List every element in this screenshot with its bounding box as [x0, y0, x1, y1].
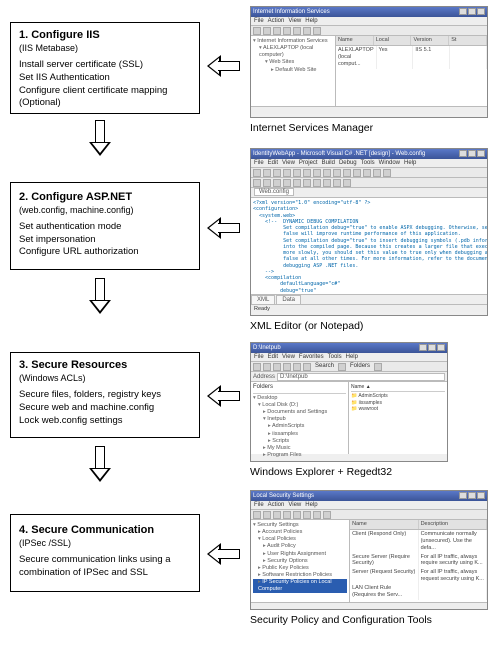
- policy-list[interactable]: NameDescription Client (Respond Only)Com…: [350, 520, 487, 602]
- screenshot-iis-manager: Internet Information Services FileAction…: [250, 6, 488, 118]
- toolbar[interactable]: [251, 168, 487, 178]
- arrow-to-step4: [208, 544, 242, 564]
- menu-bar[interactable]: FileEditViewProjectBuildDebugToolsWindow…: [251, 159, 487, 168]
- grid-row[interactable]: ALEXLAPTOP (local comput...YesIIS 5.1: [336, 46, 487, 69]
- step-2-title: 2. Configure ASP.NET: [19, 191, 191, 203]
- status-bar: Ready: [251, 304, 487, 312]
- step-1-title: 1. Configure IIS: [19, 29, 191, 41]
- caption-vs: XML Editor (or Notepad): [250, 320, 363, 332]
- document-tab[interactable]: Web.config: [254, 188, 294, 196]
- bottom-tabs[interactable]: XMLData: [251, 294, 487, 304]
- step-3-subtitle: (Windows ACLs): [19, 373, 191, 383]
- screenshot-security-policy: Local Security Settings FileActionViewHe…: [250, 490, 488, 610]
- arrow-step3-to-step4: [90, 446, 110, 482]
- tree-pane[interactable]: Internet Information Services ALEXLAPTOP…: [251, 36, 336, 106]
- screenshot-vs-xml: IdentityWebApp - Microsoft Visual C# .NE…: [250, 148, 488, 316]
- policy-tree[interactable]: Security Settings Account Policies Local…: [251, 520, 350, 602]
- step-3-body: Secure files, folders, registry keys Sec…: [19, 389, 191, 427]
- arrow-step1-to-step2: [90, 120, 110, 156]
- step-4-box: 4. Secure Communication (IPSec /SSL) Sec…: [10, 514, 200, 592]
- address-bar[interactable]: D:\Inetpub: [277, 373, 445, 381]
- folder-tree[interactable]: Folders Desktop Local Disk (D:) Document…: [251, 382, 349, 454]
- window-titlebar: Internet Information Services: [251, 7, 487, 17]
- step-4-body: Secure communication links using a combi…: [19, 554, 191, 580]
- code-editor[interactable]: <?xml version="1.0" encoding="utf-8" ?> …: [251, 198, 487, 294]
- toolbar[interactable]: [251, 26, 487, 36]
- step-1-subtitle: (IIS Metabase): [19, 43, 191, 53]
- step-2-box: 2. Configure ASP.NET (web.config, machin…: [10, 182, 200, 270]
- window-buttons[interactable]: [458, 150, 485, 159]
- window-title: Internet Information Services: [253, 9, 330, 15]
- step-3-box: 3. Secure Resources (Windows ACLs) Secur…: [10, 352, 200, 438]
- toolbar-2[interactable]: [251, 178, 487, 188]
- window-buttons[interactable]: [418, 344, 445, 353]
- step-4-title: 4. Secure Communication: [19, 524, 191, 536]
- toolbar[interactable]: SearchFolders: [251, 362, 447, 372]
- caption-secpol: Security Policy and Configuration Tools: [250, 614, 432, 626]
- menu-bar[interactable]: FileActionViewHelp: [251, 17, 487, 26]
- menu-bar[interactable]: FileActionViewHelp: [251, 501, 487, 510]
- step-4-subtitle: (IPSec /SSL): [19, 538, 191, 548]
- step-2-subtitle: (web.config, machine.config): [19, 205, 191, 215]
- window-title: Local Security Settings: [253, 493, 314, 499]
- window-buttons[interactable]: [458, 8, 485, 17]
- toolbar[interactable]: [251, 510, 487, 520]
- step-3-title: 3. Secure Resources: [19, 359, 191, 371]
- caption-explorer: Windows Explorer + Regedt32: [250, 466, 392, 478]
- diagram-canvas: 1. Configure IIS (IIS Metabase) Install …: [6, 6, 494, 648]
- arrow-step2-to-step3: [90, 278, 110, 314]
- window-title: IdentityWebApp - Microsoft Visual C# .NE…: [253, 151, 425, 157]
- address-label: Address: [253, 374, 275, 380]
- arrow-to-step3: [208, 386, 242, 406]
- arrow-to-step1: [208, 56, 242, 76]
- step-1-box: 1. Configure IIS (IIS Metabase) Install …: [10, 22, 200, 114]
- window-title: D:\Inetpub: [253, 345, 281, 351]
- file-list[interactable]: Name ▲ 📁 AdminScripts 📁 iissamples 📁 www…: [349, 382, 447, 454]
- step-1-body: Install server certificate (SSL) Set IIS…: [19, 59, 191, 110]
- window-buttons[interactable]: [458, 492, 485, 501]
- arrow-to-step2: [208, 218, 242, 238]
- screenshot-explorer: D:\Inetpub FileEditViewFavoritesToolsHel…: [250, 342, 448, 462]
- caption-iis: Internet Services Manager: [250, 122, 373, 134]
- step-2-body: Set authentication mode Set impersonatio…: [19, 221, 191, 259]
- menu-bar[interactable]: FileEditViewFavoritesToolsHelp: [251, 353, 447, 362]
- grid-header: NameLocalVersionSt: [336, 36, 487, 46]
